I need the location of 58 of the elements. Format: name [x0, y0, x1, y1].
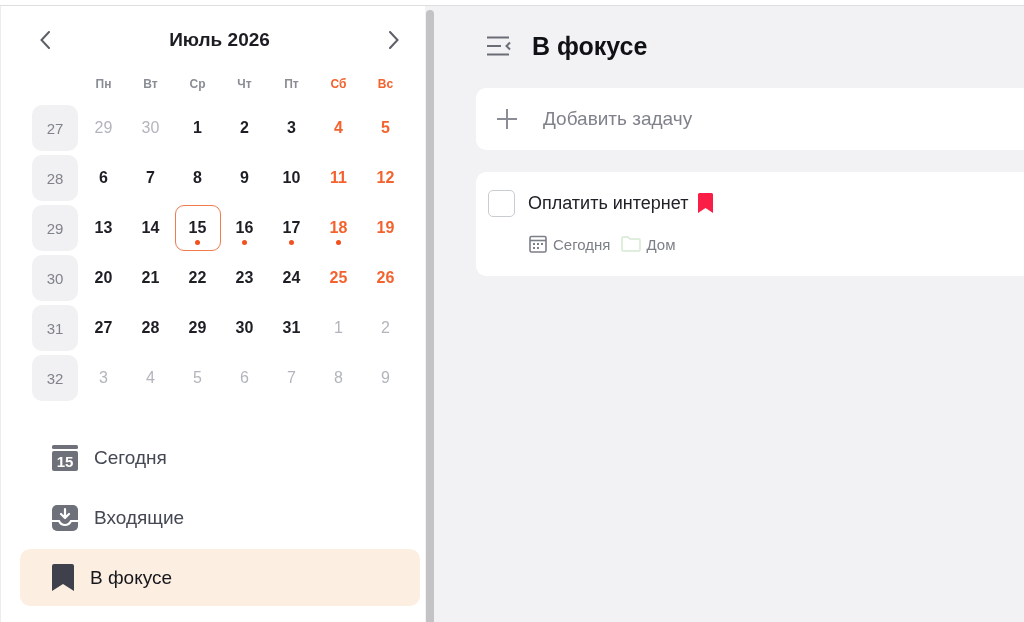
calendar-day[interactable]: 9 [221, 155, 268, 201]
calendar-day[interactable]: 15 [174, 205, 221, 251]
calendar-day[interactable]: 10 [268, 155, 315, 201]
weekday-label: Вс [377, 77, 394, 91]
weekday-label: Вт [143, 77, 158, 91]
weekday-label: Сб [330, 77, 347, 91]
calendar-day[interactable]: 1 [174, 105, 221, 151]
bookmark-icon [52, 564, 74, 591]
calendar-day[interactable]: 20 [80, 255, 127, 301]
calendar-day[interactable]: 23 [221, 255, 268, 301]
calendar-day[interactable]: 13 [80, 205, 127, 251]
inbox-icon [52, 504, 78, 531]
calendar-day[interactable]: 14 [127, 205, 174, 251]
calendar-day[interactable]: 31 [268, 305, 315, 351]
calendar-day[interactable]: 3 [268, 105, 315, 151]
task-dot-icon [336, 240, 341, 245]
calendar-day[interactable]: 22 [174, 255, 221, 301]
task-card[interactable]: Оплатить интернет Сегодня Дом [476, 172, 1024, 276]
chevron-left-icon [40, 31, 50, 49]
weekday-label: Пт [284, 77, 299, 91]
weekday-label: Ср [189, 77, 206, 91]
calendar-day[interactable]: 8 [174, 155, 221, 201]
week-number: 32 [32, 355, 78, 401]
sidebar-item[interactable]: 15 Сегодня [20, 429, 420, 486]
task-title: Оплатить интернет [528, 192, 689, 214]
sidebar-item[interactable]: В фокусе [20, 549, 420, 606]
calendar-day[interactable]: 2 [221, 105, 268, 151]
sidebar-item[interactable]: Входящие [20, 489, 420, 546]
task-dot-icon [242, 240, 247, 245]
calendar-icon [529, 235, 547, 253]
calendar-day[interactable]: 27 [80, 305, 127, 351]
calendar-day[interactable]: 30 [221, 305, 268, 351]
week-number: 31 [32, 305, 78, 351]
week-number: 30 [32, 255, 78, 301]
weekday-label: Пн [95, 77, 112, 91]
calendar-day[interactable]: 29 [174, 305, 221, 351]
month-title: Июль 2026 [169, 29, 270, 51]
calendar-day[interactable]: 16 [221, 205, 268, 251]
due-date: Сегодня [553, 235, 611, 253]
week-number: 27 [32, 105, 78, 151]
week-number: 29 [32, 205, 78, 251]
list-name: Дом [646, 235, 676, 253]
task-dot-icon [195, 240, 200, 245]
plus-icon [497, 109, 517, 129]
weekday-label: Чт [237, 77, 252, 91]
calendar-day[interactable]: 6 [80, 155, 127, 201]
calendar-day[interactable]: 21 [127, 255, 174, 301]
task-dot-icon [289, 240, 294, 245]
calendar-day[interactable]: 17 [268, 205, 315, 251]
chevron-right-icon [389, 31, 399, 49]
calendar-day[interactable]: 28 [127, 305, 174, 351]
calendar-day[interactable]: 24 [268, 255, 315, 301]
week-number: 28 [32, 155, 78, 201]
page-title: В фокусе [532, 31, 648, 61]
menu-collapse-icon [487, 36, 511, 56]
calendar-day[interactable]: 7 [127, 155, 174, 201]
scrollbar-thumb[interactable] [426, 10, 434, 622]
task-checkbox[interactable] [488, 189, 515, 217]
